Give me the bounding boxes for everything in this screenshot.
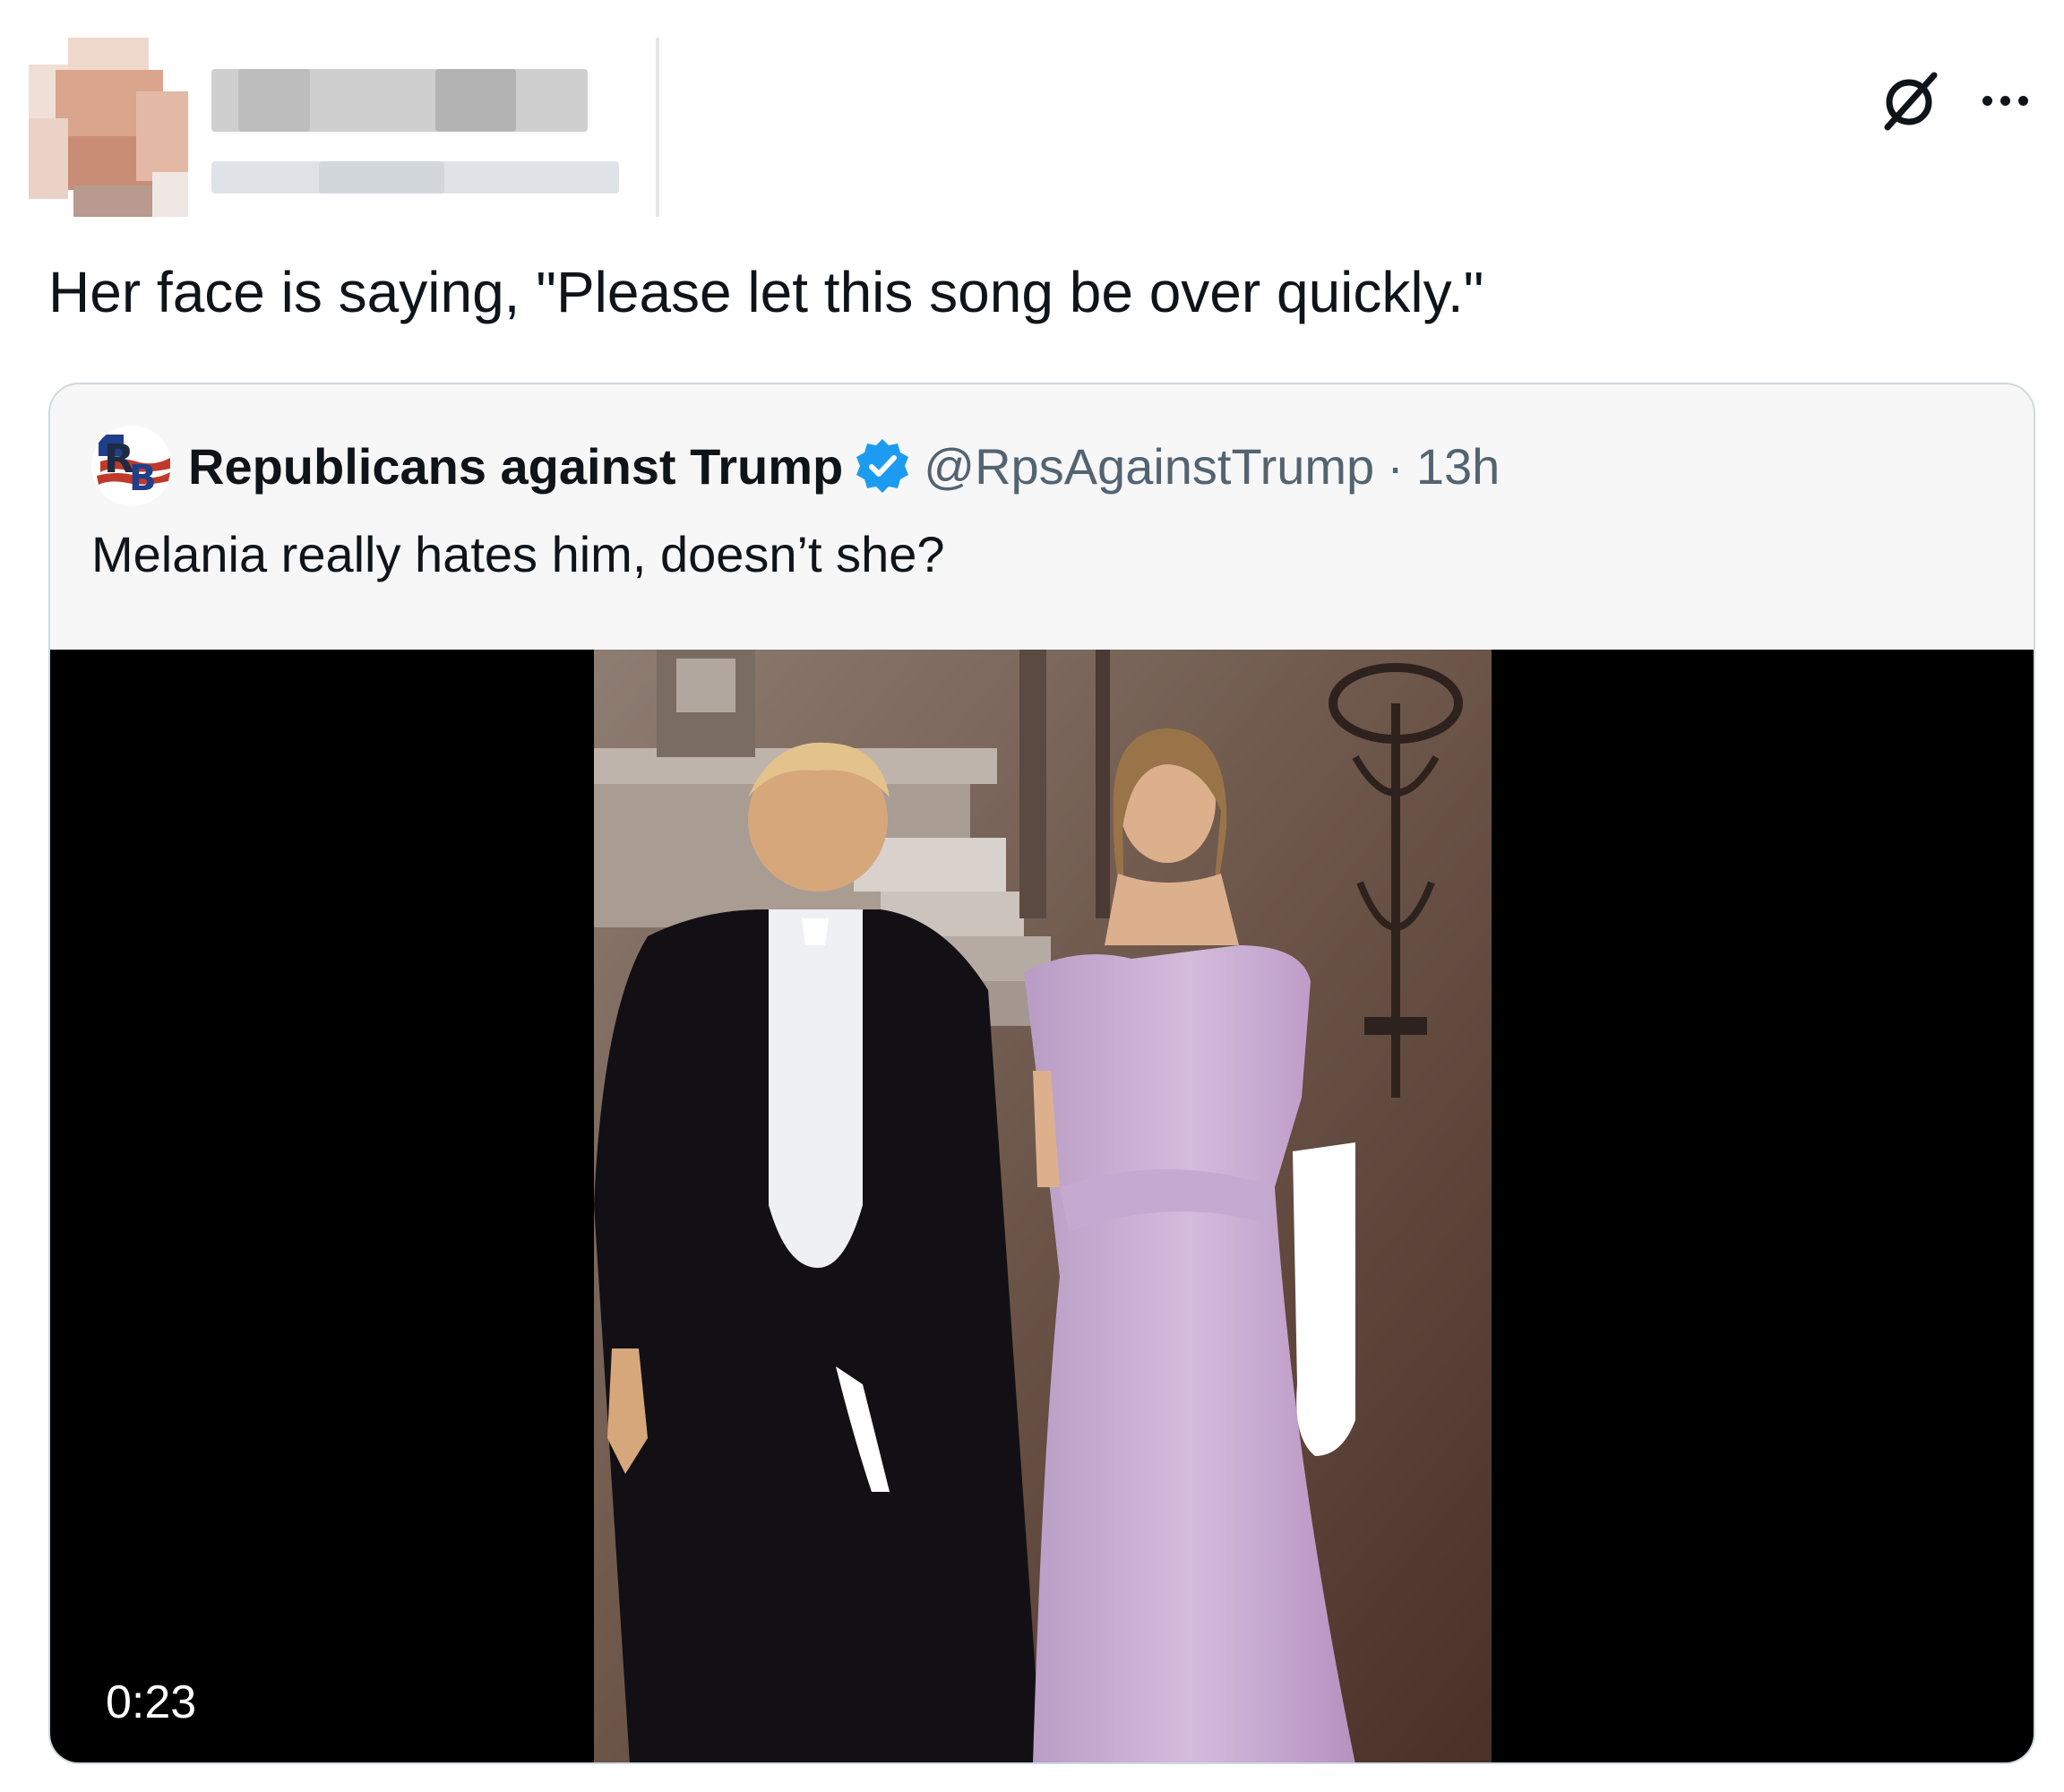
quoted-tweet[interactable]: R B Republicans against Trump @RpsAgains… [48, 383, 2035, 1764]
video-player[interactable]: 0:23 [50, 650, 2034, 1762]
quoted-post-time[interactable]: 13h [1416, 437, 1500, 495]
quoted-author-name[interactable]: Republicans against Trump [188, 437, 843, 495]
svg-text:B: B [129, 458, 157, 499]
quoted-post-text: Melania really hates him, doesn’t she? [91, 526, 945, 582]
video-duration: 0:23 [106, 1676, 197, 1728]
verified-badge-icon [856, 439, 909, 493]
author-name-redacted[interactable] [211, 38, 659, 217]
video-frame [594, 650, 1492, 1762]
quoted-author-avatar[interactable]: R B [91, 426, 172, 506]
separator-dot: · [1387, 437, 1404, 495]
grok-icon[interactable] [1877, 68, 1941, 133]
quoted-tweet-header: R B Republicans against Trump @RpsAgains… [91, 426, 1500, 506]
more-icon[interactable] [1982, 95, 2028, 106]
author-avatar[interactable] [29, 38, 188, 217]
post-text: Her face is saying, "Please let this son… [48, 260, 1484, 324]
quoted-author-handle[interactable]: @RpsAgainstTrump [924, 437, 1374, 495]
